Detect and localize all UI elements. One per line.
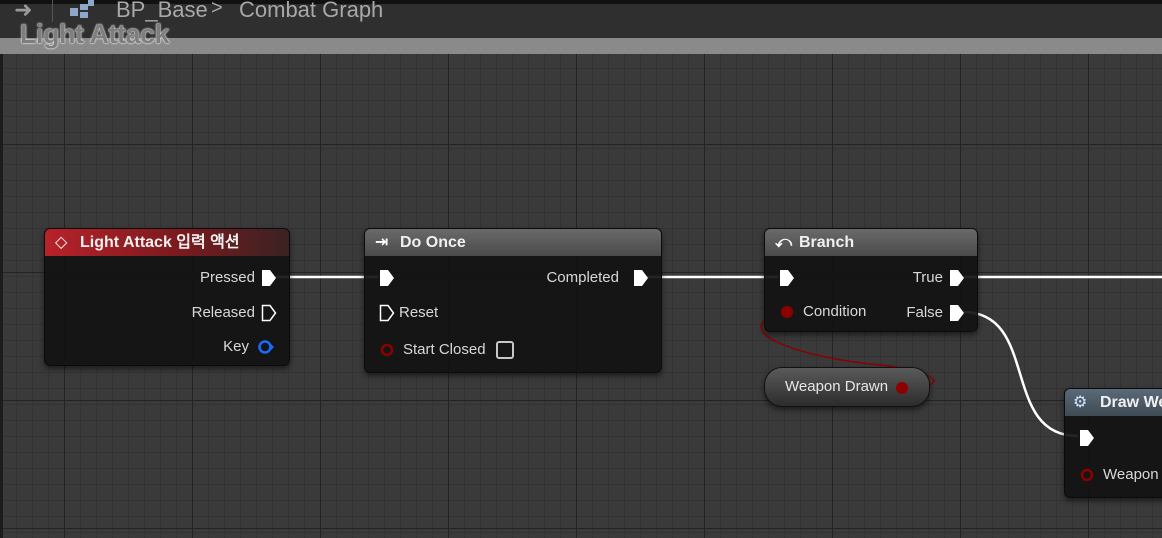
released-label: Released: [191, 304, 255, 321]
pressed-label: Pressed: [199, 269, 255, 286]
start-closed-bool-pin-icon[interactable]: [379, 342, 395, 358]
do-once-node[interactable]: ⇥ Do Once Completed Reset Start Closed: [364, 228, 662, 373]
draw-weapon-node[interactable]: ⚙ Draw We Weapon: [1064, 388, 1162, 498]
input-action-header[interactable]: ◇ Light Attack 입력 액션: [45, 229, 289, 256]
weapon-drawn-bool-pin-icon[interactable]: [894, 380, 910, 396]
input-action-title: Light Attack 입력 액션: [80, 234, 240, 251]
false-label: False: [906, 304, 943, 321]
condition-label: Condition: [803, 303, 867, 320]
do-once-exec-in-pin-icon[interactable]: [379, 269, 395, 287]
weapon-bool-pin-icon[interactable]: [1079, 467, 1095, 483]
reset-exec-pin-icon[interactable]: [379, 304, 395, 322]
branch-icon: ⤺: [775, 234, 793, 251]
pressed-exec-pin-icon[interactable]: [261, 269, 277, 287]
graph-header-bar: ➜ BP_Base > Combat Graph: [0, 0, 1162, 54]
released-exec-pin-icon[interactable]: [261, 304, 277, 322]
draw-weapon-title: Draw We: [1100, 394, 1162, 411]
start-closed-checkbox[interactable]: [496, 341, 514, 359]
true-exec-pin-icon[interactable]: [949, 269, 965, 287]
weapon-drawn-variable-node[interactable]: Weapon Drawn: [764, 367, 930, 407]
weapon-label: Weapon: [1103, 466, 1159, 483]
breadcrumb-separator: >: [211, 0, 223, 19]
false-exec-pin-icon[interactable]: [949, 304, 965, 322]
do-once-icon: ⇥: [375, 234, 389, 251]
breadcrumb-graph[interactable]: Combat Graph: [239, 0, 383, 24]
blueprint-icon: [70, 0, 94, 18]
reset-label: Reset: [399, 304, 439, 321]
condition-bool-pin-icon[interactable]: [779, 304, 795, 320]
draw-weapon-header[interactable]: ⚙ Draw We: [1065, 389, 1162, 416]
key-label: Key: [223, 338, 249, 355]
wire-false-to-draw: [962, 310, 1079, 438]
branch-header[interactable]: ⤺ Branch: [765, 229, 977, 256]
input-action-node[interactable]: ◇ Light Attack 입력 액션 Pressed Released Ke…: [44, 228, 290, 366]
key-struct-pin-icon[interactable]: [257, 339, 275, 355]
diamond-icon: ◇: [55, 234, 68, 251]
start-closed-label: Start Closed: [403, 341, 486, 358]
branch-exec-in-pin-icon[interactable]: [779, 269, 795, 287]
gear-icon: ⚙: [1073, 394, 1088, 411]
branch-node[interactable]: ⤺ Branch True Condition False: [764, 228, 978, 332]
graph-title: Light Attack: [20, 19, 170, 49]
true-label: True: [912, 269, 943, 286]
do-once-title: Do Once: [400, 234, 466, 251]
completed-label: Completed: [546, 269, 619, 286]
branch-title: Branch: [799, 234, 855, 251]
draw-weapon-exec-in-pin-icon[interactable]: [1079, 429, 1095, 447]
weapon-drawn-label: Weapon Drawn: [785, 378, 889, 395]
completed-exec-pin-icon[interactable]: [633, 269, 649, 287]
do-once-header[interactable]: ⇥ Do Once: [365, 229, 661, 256]
